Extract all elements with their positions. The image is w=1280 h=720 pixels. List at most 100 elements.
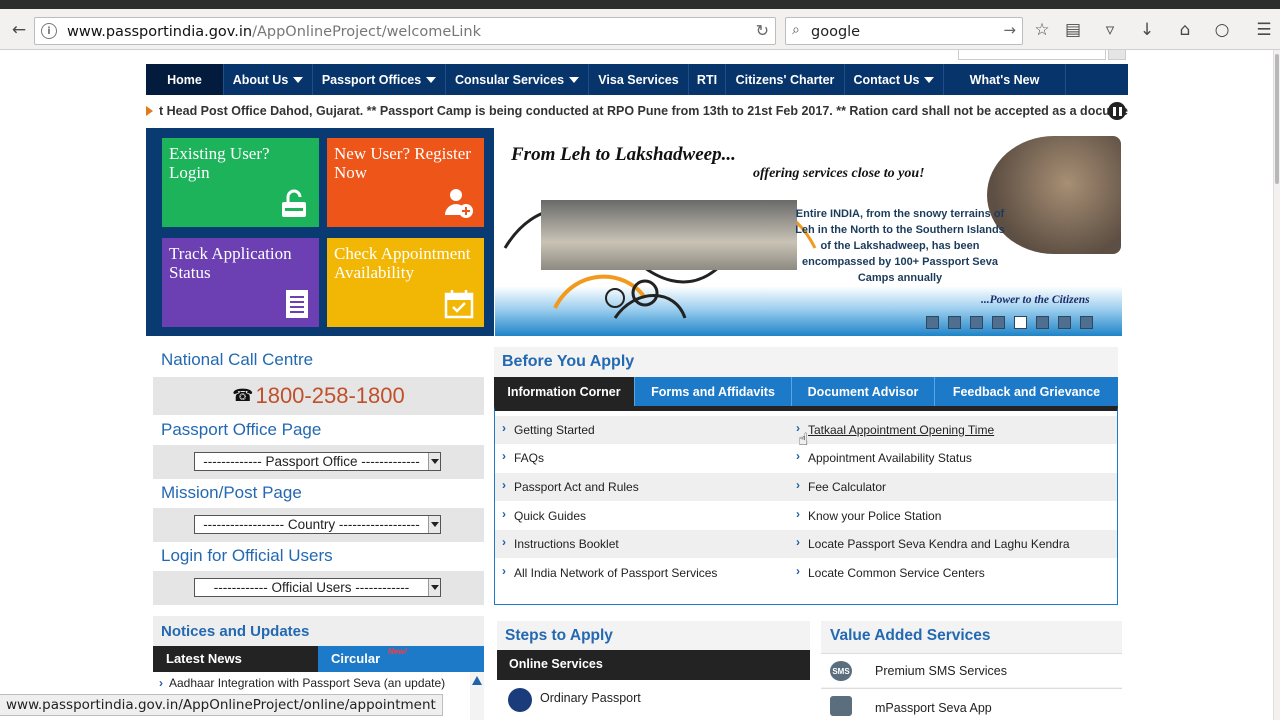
main-nav: Home About Us Passport Offices Consular … <box>146 64 1128 95</box>
document-icon <box>286 290 308 318</box>
banner-power-text: ...Power to the Citizens <box>981 294 1090 306</box>
bookmark-star-icon[interactable]: ☆ <box>1029 17 1055 43</box>
steps-title: Steps to Apply <box>505 627 613 644</box>
existing-user-login-tile[interactable]: Existing User? Login <box>162 138 319 227</box>
nav-citizens-charter[interactable]: Citizens' Charter <box>726 64 845 95</box>
link-common-service-centers[interactable]: › Locate Common Service Centers <box>796 564 985 580</box>
list-item[interactable]: SMS Premium SMS Services <box>821 653 1122 687</box>
track-application-tile[interactable]: Track Application Status <box>162 238 319 327</box>
slider-dot[interactable] <box>992 316 1005 329</box>
banner-blurb: Entire INDIA, from the snowy terrains of… <box>795 208 1005 284</box>
slider-dot[interactable] <box>1080 316 1093 329</box>
online-services-bar[interactable]: Online Services <box>497 650 810 680</box>
tab-feedback-grievance[interactable]: Feedback and Grievance <box>935 377 1118 406</box>
link-tatkaal-appointment[interactable]: › Tatkaal Appointment Opening Time <box>796 421 994 437</box>
tab-latest-news[interactable]: Latest News <box>153 646 318 672</box>
call-centre-number[interactable]: 1800-258-1800 <box>255 383 404 409</box>
tab-forms-affidavits[interactable]: Forms and Affidavits <box>635 377 792 406</box>
chevron-right-icon: › <box>502 449 506 463</box>
chevron-right-icon: › <box>502 535 506 549</box>
link-row: › Passport Act and Rules › Fee Calculator <box>495 473 1117 501</box>
country-select[interactable]: ------------------ Country -------------… <box>194 515 441 534</box>
slider-dot[interactable] <box>1058 316 1071 329</box>
scrollbar-thumb[interactable] <box>1275 54 1279 184</box>
home-icon[interactable]: ⌂ <box>1172 17 1198 43</box>
notices-scroll-up[interactable] <box>470 672 484 720</box>
link-passport-act[interactable]: › Passport Act and Rules <box>502 478 639 494</box>
premium-sms-label: Premium SMS Services <box>875 664 1007 678</box>
reload-icon[interactable]: ↻ <box>756 21 769 40</box>
search-box[interactable]: ⌕ google → <box>785 17 1023 45</box>
slider-dot[interactable] <box>970 316 983 329</box>
link-all-india-network[interactable]: › All India Network of Passport Services <box>502 564 717 580</box>
link-instructions-booklet[interactable]: › Instructions Booklet <box>502 535 619 551</box>
mobile-phone-icon <box>830 696 852 716</box>
address-bar[interactable]: i www.passportindia.gov.in/AppOnlineProj… <box>34 17 776 45</box>
tab-circular[interactable]: Circular New! <box>318 646 484 672</box>
country-box: ------------------ Country -------------… <box>153 508 484 542</box>
url-text[interactable]: www.passportindia.gov.in/AppOnlineProjec… <box>67 24 481 40</box>
nav-visa-services[interactable]: Visa Services <box>589 64 689 95</box>
link-row: › Quick Guides › Know your Police Station <box>495 502 1117 530</box>
official-users-box: ------------ Official Users ------------ <box>153 571 484 605</box>
notices-title: Notices and Updates <box>161 623 310 640</box>
site-search-input[interactable] <box>958 50 1106 60</box>
register-label: New User? Register Now <box>334 144 471 182</box>
nav-home[interactable]: Home <box>146 64 224 95</box>
nav-rti[interactable]: RTI <box>689 64 726 95</box>
link-row: › All India Network of Passport Services … <box>495 559 1117 587</box>
check-label: Check Appointment Availability <box>334 244 471 282</box>
passport-office-select[interactable]: ------------- Passport Office ----------… <box>194 452 441 471</box>
sms-icon: SMS <box>830 661 852 681</box>
add-user-icon <box>445 189 473 218</box>
back-icon[interactable]: ← <box>6 17 32 43</box>
mission-post-title: Mission/Post Page <box>161 483 302 502</box>
chevron-down-icon <box>428 453 440 470</box>
pocket-icon[interactable]: ▿ <box>1097 17 1123 43</box>
nav-contact-us[interactable]: Contact Us <box>845 64 944 95</box>
hero-banner[interactable]: From Leh to Lakshadweep... offering serv… <box>495 128 1122 336</box>
search-query[interactable]: google <box>811 24 860 40</box>
chevron-right-icon: › <box>796 449 800 463</box>
search-go-icon[interactable]: → <box>1003 21 1016 39</box>
tab-document-advisor[interactable]: Document Advisor <box>792 377 935 406</box>
link-appointment-availability[interactable]: › Appointment Availability Status <box>796 449 972 465</box>
check-appointment-tile[interactable]: Check Appointment Availability <box>327 238 484 327</box>
slider-dot[interactable] <box>1036 316 1049 329</box>
slider-dot[interactable] <box>926 316 939 329</box>
ticker-text[interactable]: t Head Post Office Dahod, Gujarat. ** Pa… <box>159 104 1128 118</box>
download-icon[interactable]: ↓ <box>1134 17 1160 43</box>
reading-list-icon[interactable]: ▤ <box>1060 17 1086 43</box>
link-police-station[interactable]: › Know your Police Station <box>796 507 941 523</box>
link-faqs[interactable]: › FAQs <box>502 449 544 465</box>
nav-passport-offices[interactable]: Passport Offices <box>313 64 446 95</box>
page-viewport: Home About Us Passport Offices Consular … <box>0 50 1273 720</box>
list-item[interactable]: › Aadhaar Integration with Passport Seva … <box>159 676 445 690</box>
chevron-right-icon: › <box>796 564 800 578</box>
chat-icon[interactable]: ○ <box>1209 17 1235 43</box>
chevron-right-icon: › <box>502 421 506 435</box>
pause-icon[interactable] <box>1108 102 1126 120</box>
status-bar-url: www.passportindia.gov.in/AppOnlineProjec… <box>0 694 443 716</box>
hand-cursor-icon: ☝ <box>798 430 809 450</box>
link-getting-started[interactable]: › Getting Started <box>502 421 595 437</box>
site-search-button[interactable] <box>1108 50 1126 60</box>
list-item[interactable]: Ordinary Passport <box>497 680 810 720</box>
banner-headline: From Leh to Lakshadweep... <box>511 144 736 165</box>
page-scrollbar[interactable] <box>1273 50 1280 720</box>
slider-dot-active[interactable] <box>1014 316 1027 329</box>
official-users-select[interactable]: ------------ Official Users ------------ <box>194 578 441 597</box>
nav-about-us[interactable]: About Us <box>224 64 313 95</box>
list-item[interactable]: mPassport Seva App <box>821 688 1122 720</box>
link-quick-guides[interactable]: › Quick Guides <box>502 507 586 523</box>
tab-information-corner[interactable]: Information Corner <box>494 377 635 406</box>
link-locate-psk[interactable]: › Locate Passport Seva Kendra and Laghu K… <box>796 535 1070 551</box>
nav-consular-services[interactable]: Consular Services <box>446 64 589 95</box>
nav-whats-new[interactable]: What's New <box>944 64 1066 95</box>
menu-icon[interactable]: ☰ <box>1251 17 1277 43</box>
new-user-register-tile[interactable]: New User? Register Now <box>327 138 484 227</box>
site-info-icon[interactable]: i <box>41 23 57 39</box>
phone-box: ☎ 1800-258-1800 <box>153 377 484 415</box>
slider-dot[interactable] <box>948 316 961 329</box>
link-fee-calculator[interactable]: › Fee Calculator <box>796 478 886 494</box>
